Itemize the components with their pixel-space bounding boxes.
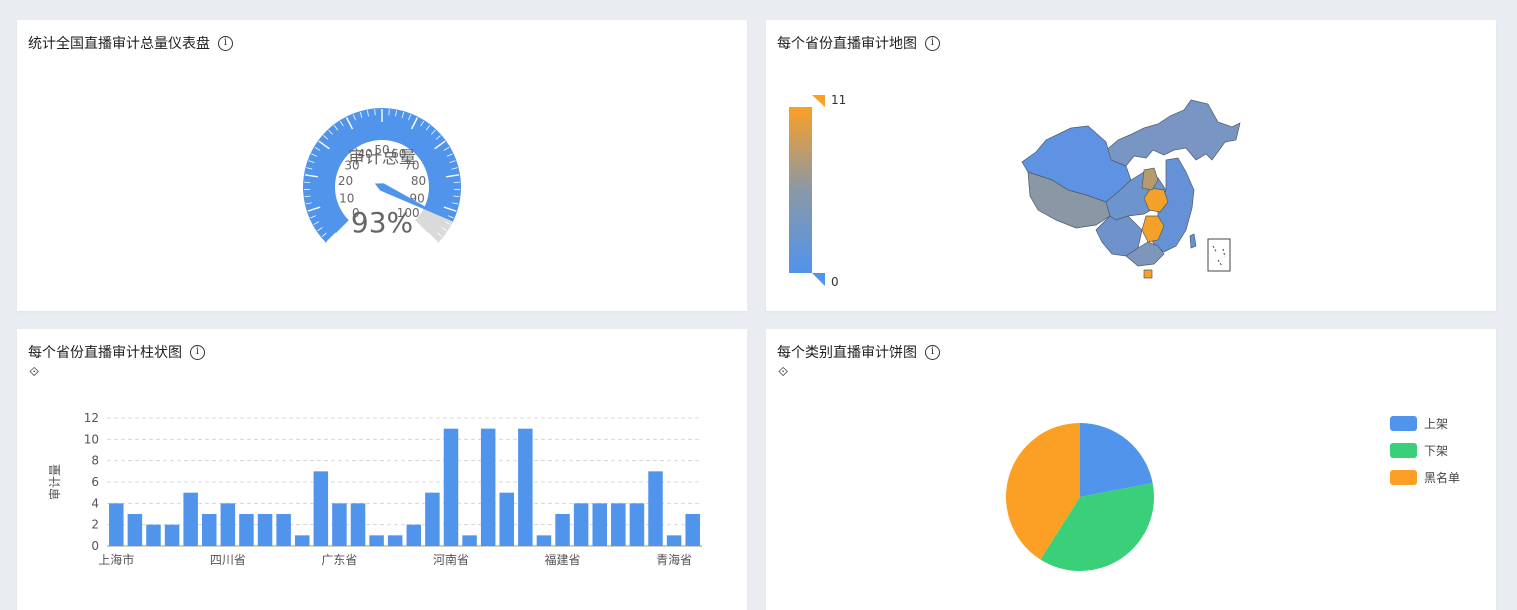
map-region-north (1103, 99, 1241, 167)
visual-map-min-handle[interactable] (812, 273, 825, 286)
bar-panel: 每个省份直播审计柱状图 i ⟐ 0 2 4 6 8 10 12 审计量 上海市 四川省 广东省 河南省… (17, 329, 747, 610)
bar[interactable] (332, 503, 347, 546)
bar[interactable] (443, 428, 459, 546)
visual-map-bar[interactable] (789, 107, 812, 273)
bar[interactable] (220, 503, 236, 546)
gauge-tick (374, 109, 376, 116)
legend-swatch[interactable] (1390, 443, 1417, 458)
bar[interactable] (276, 514, 291, 546)
bar-chart: 0 2 4 6 8 10 12 审计量上海市 四川省 广东省 河南省 福建省 青海省 (47, 411, 702, 567)
bar[interactable] (257, 514, 273, 546)
bar[interactable] (183, 492, 198, 546)
bar[interactable] (239, 514, 254, 546)
pie-panel: 每个类别直播审计饼图 i ⟐ 上架 下架 黑名单 (766, 329, 1496, 610)
legend-label[interactable]: 黑名单 (1424, 470, 1460, 485)
legend-label[interactable]: 下架 (1424, 444, 1448, 458)
gauge-title-label: 审计总量 (348, 148, 416, 168)
bar[interactable] (573, 503, 589, 546)
legend-swatch[interactable] (1390, 470, 1417, 485)
bar-y-tick-label: 2 (91, 518, 99, 532)
bar[interactable] (462, 535, 477, 546)
bar-x-tick-label: 上海市 (98, 552, 134, 567)
visual-map-max-label: 11 (831, 93, 846, 107)
visual-map-min-label: 0 (831, 275, 839, 289)
bar[interactable] (480, 428, 496, 546)
map-panel: 每个省份直播审计地图 i 11 0 (766, 20, 1496, 311)
bar-y-axis-label: 审计量 (47, 464, 62, 500)
bar[interactable] (685, 514, 700, 546)
bar[interactable] (202, 514, 217, 546)
map-chart: 11 0 (789, 93, 1241, 289)
bar[interactable] (109, 503, 124, 546)
gauge-tick (388, 109, 390, 116)
bar[interactable] (499, 492, 515, 546)
bar[interactable] (406, 524, 422, 546)
bar[interactable] (369, 535, 384, 546)
bar[interactable] (387, 535, 403, 546)
map-region-taiwan (1189, 233, 1197, 249)
bar[interactable] (350, 503, 366, 546)
bar[interactable] (294, 535, 310, 546)
bar[interactable] (555, 514, 570, 546)
visual-map-max-handle[interactable] (812, 95, 825, 107)
bar[interactable] (146, 524, 161, 546)
gauge-chart: 010203040 50 60708090100 审计总量 93% (303, 108, 461, 243)
bar[interactable] (518, 428, 533, 546)
gauge-tick-label: 10 (339, 191, 354, 205)
bar[interactable] (666, 535, 682, 546)
visual-map-legend[interactable]: 11 0 (789, 93, 846, 289)
bar-y-tick-label: 6 (91, 475, 99, 489)
legend-swatch[interactable] (1390, 416, 1417, 431)
bar-y-tick-label: 0 (91, 539, 99, 553)
bar[interactable] (629, 503, 645, 546)
gauge-tick-label: 80 (411, 174, 426, 188)
bar-x-tick-label: 广东省 (321, 553, 357, 567)
bar-y-tick-label: 8 (91, 454, 99, 468)
bar[interactable] (648, 471, 663, 546)
bar[interactable] (611, 503, 626, 546)
map-region-hainan (1143, 269, 1153, 279)
bar[interactable] (536, 535, 552, 546)
legend-label[interactable]: 上架 (1424, 417, 1448, 431)
bar-x-tick-label: 河南省 (433, 552, 469, 567)
south-china-sea-inset (1207, 238, 1231, 272)
pie-chart: 上架下架黑名单 (1006, 416, 1460, 571)
gauge-tick-label: 20 (338, 174, 353, 188)
bar-x-tick-label: 福建省 (545, 552, 581, 567)
bar[interactable] (164, 524, 180, 546)
bar[interactable] (127, 514, 143, 546)
bar[interactable] (592, 503, 607, 546)
bar-y-tick-label: 12 (84, 411, 99, 425)
gauge-panel: 统计全国直播审计总量仪表盘 i 0 10 20 30 40 50 60 70 80 90 100 审… (17, 20, 747, 311)
bar[interactable] (313, 471, 329, 546)
bar-x-tick-label: 青海省 (656, 552, 692, 567)
bar-x-tick-label: 四川省 (210, 553, 246, 567)
china-map[interactable] (1021, 99, 1241, 279)
bar-y-tick-label: 10 (84, 432, 99, 446)
gauge-value-label: 93% (351, 206, 413, 239)
bar-y-tick-label: 4 (91, 496, 99, 510)
bar[interactable] (425, 492, 440, 546)
